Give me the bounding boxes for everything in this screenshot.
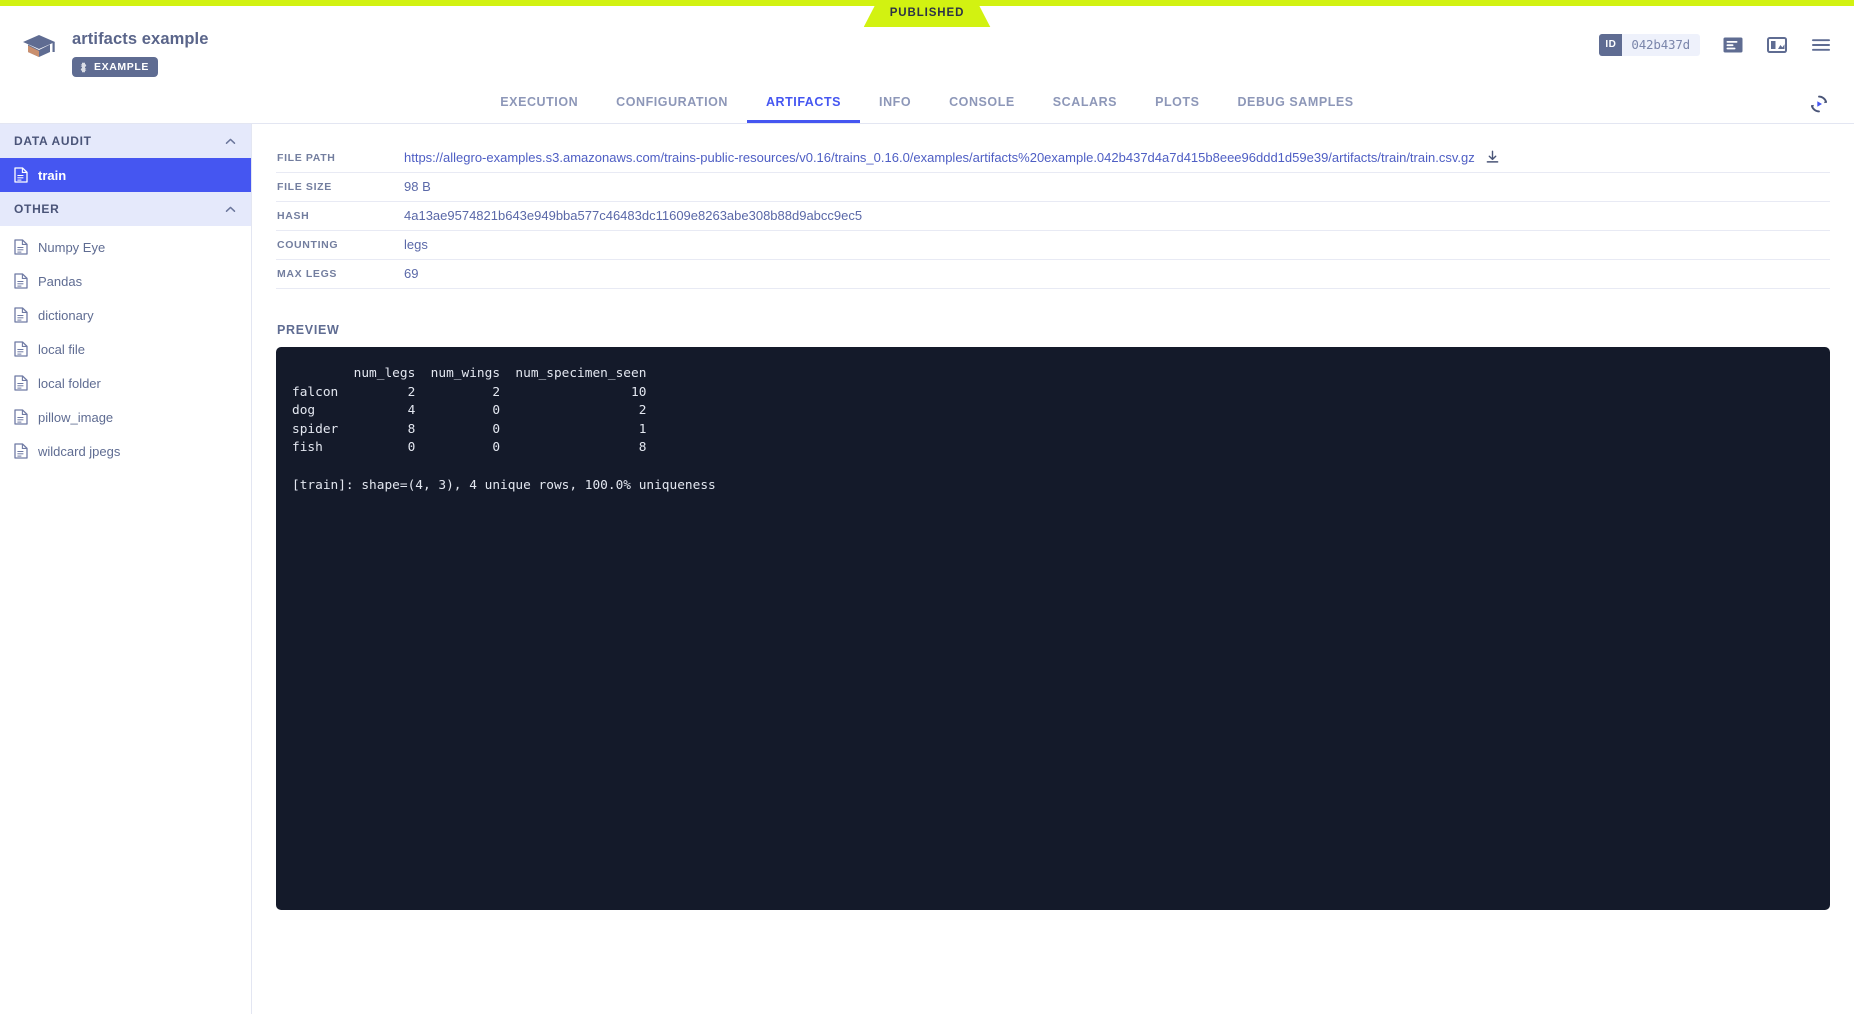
document-icon xyxy=(14,167,28,183)
sidebar-item-pillow-image[interactable]: pillow_image xyxy=(0,400,251,434)
sidebar-item-label: dictionary xyxy=(38,308,94,323)
page-title: artifacts example xyxy=(72,30,209,49)
sidebar-item-label: local file xyxy=(38,342,85,357)
chevron-up-icon xyxy=(224,203,237,216)
sidebar-item-train[interactable]: train xyxy=(0,158,251,192)
max-legs-label: MAX LEGS xyxy=(276,268,404,280)
document-icon xyxy=(14,443,28,459)
tab-execution[interactable]: EXECUTION xyxy=(481,84,597,123)
tab-plots[interactable]: PLOTS xyxy=(1136,84,1218,123)
document-icon xyxy=(14,239,28,255)
file-path-value: https://allegro-examples.s3.amazonaws.co… xyxy=(404,144,1500,172)
example-badge-label: EXAMPLE xyxy=(94,61,149,73)
preview-content: num_legs num_wings num_specimen_seen fal… xyxy=(292,365,1814,495)
header-actions: ID 042b437d xyxy=(1599,24,1832,56)
id-tag-label: ID xyxy=(1599,34,1622,56)
tab-artifacts[interactable]: ARTIFACTS xyxy=(747,84,860,123)
task-id-chip[interactable]: ID 042b437d xyxy=(1599,34,1700,56)
preview-panel: num_legs num_wings num_specimen_seen fal… xyxy=(276,347,1830,910)
report-icon[interactable] xyxy=(1722,34,1744,56)
table-row: MAX LEGS 69 xyxy=(276,260,1830,289)
file-path-text[interactable]: https://allegro-examples.s3.amazonaws.co… xyxy=(404,149,1475,167)
graduation-cap-logo-icon xyxy=(22,30,56,64)
content-area: DATA AUDIT train OTHER xyxy=(0,124,1854,1014)
sidebar-section-data-audit[interactable]: DATA AUDIT xyxy=(0,124,251,158)
puzzle-icon xyxy=(78,62,89,73)
document-icon xyxy=(14,341,28,357)
sidebar-item-local-folder[interactable]: local folder xyxy=(0,366,251,400)
sidebar-item-label: pillow_image xyxy=(38,410,113,425)
sidebar-item-numpy-eye[interactable]: Numpy Eye xyxy=(0,230,251,264)
artifact-properties-table: FILE PATH https://allegro-examples.s3.am… xyxy=(276,144,1830,289)
table-row: HASH 4a13ae9574821b643e949bba577c46483dc… xyxy=(276,202,1830,231)
menu-icon[interactable] xyxy=(1810,34,1832,56)
counting-value: legs xyxy=(404,231,428,259)
artifacts-sidebar: DATA AUDIT train OTHER xyxy=(0,124,252,1014)
sidebar-section-other-label: OTHER xyxy=(14,202,60,216)
tab-scalars[interactable]: SCALARS xyxy=(1034,84,1136,123)
table-row: COUNTING legs xyxy=(276,231,1830,260)
compare-icon[interactable] xyxy=(1766,34,1788,56)
counting-label: COUNTING xyxy=(276,239,404,251)
id-value: 042b437d xyxy=(1622,34,1700,56)
max-legs-value: 69 xyxy=(404,260,418,288)
document-icon xyxy=(14,409,28,425)
file-size-value: 98 B xyxy=(404,173,431,201)
auto-refresh-icon[interactable] xyxy=(1808,93,1830,115)
sidebar-item-wildcard-jpegs[interactable]: wildcard jpegs xyxy=(0,434,251,468)
brand-block: artifacts example EXAMPLE xyxy=(22,24,209,77)
artifact-detail-panel: FILE PATH https://allegro-examples.s3.am… xyxy=(252,124,1854,1014)
file-size-label: FILE SIZE xyxy=(276,181,404,193)
table-row: FILE PATH https://allegro-examples.s3.am… xyxy=(276,144,1830,173)
sidebar-item-label: Numpy Eye xyxy=(38,240,105,255)
sidebar-item-label: Pandas xyxy=(38,274,82,289)
tab-info[interactable]: INFO xyxy=(860,84,930,123)
hash-label: HASH xyxy=(276,210,404,222)
hash-value: 4a13ae9574821b643e949bba577c46483dc11609… xyxy=(404,202,862,230)
sidebar-item-local-file[interactable]: local file xyxy=(0,332,251,366)
sidebar-item-label: local folder xyxy=(38,376,101,391)
download-icon[interactable] xyxy=(1485,150,1500,165)
sidebar-section-other[interactable]: OTHER xyxy=(0,192,251,226)
status-badge: PUBLISHED xyxy=(864,0,991,27)
title-column: artifacts example EXAMPLE xyxy=(72,24,209,77)
example-badge: EXAMPLE xyxy=(72,57,158,77)
tab-console[interactable]: CONSOLE xyxy=(930,84,1034,123)
table-row: FILE SIZE 98 B xyxy=(276,173,1830,202)
file-path-label: FILE PATH xyxy=(276,152,404,164)
sidebar-item-train-label: train xyxy=(38,168,66,183)
preview-section-title: PREVIEW xyxy=(277,323,1830,337)
tab-debug-samples[interactable]: DEBUG SAMPLES xyxy=(1218,84,1372,123)
document-icon xyxy=(14,307,28,323)
sidebar-section-data-audit-label: DATA AUDIT xyxy=(14,134,92,148)
sidebar-item-dictionary[interactable]: dictionary xyxy=(0,298,251,332)
sidebar-other-list: Numpy Eye Pandas xyxy=(0,226,251,468)
document-icon xyxy=(14,375,28,391)
tab-bar: EXECUTION CONFIGURATION ARTIFACTS INFO C… xyxy=(0,84,1854,124)
sidebar-item-pandas[interactable]: Pandas xyxy=(0,264,251,298)
document-icon xyxy=(14,273,28,289)
sidebar-item-label: wildcard jpegs xyxy=(38,444,120,459)
chevron-up-icon xyxy=(224,135,237,148)
tab-configuration[interactable]: CONFIGURATION xyxy=(597,84,747,123)
